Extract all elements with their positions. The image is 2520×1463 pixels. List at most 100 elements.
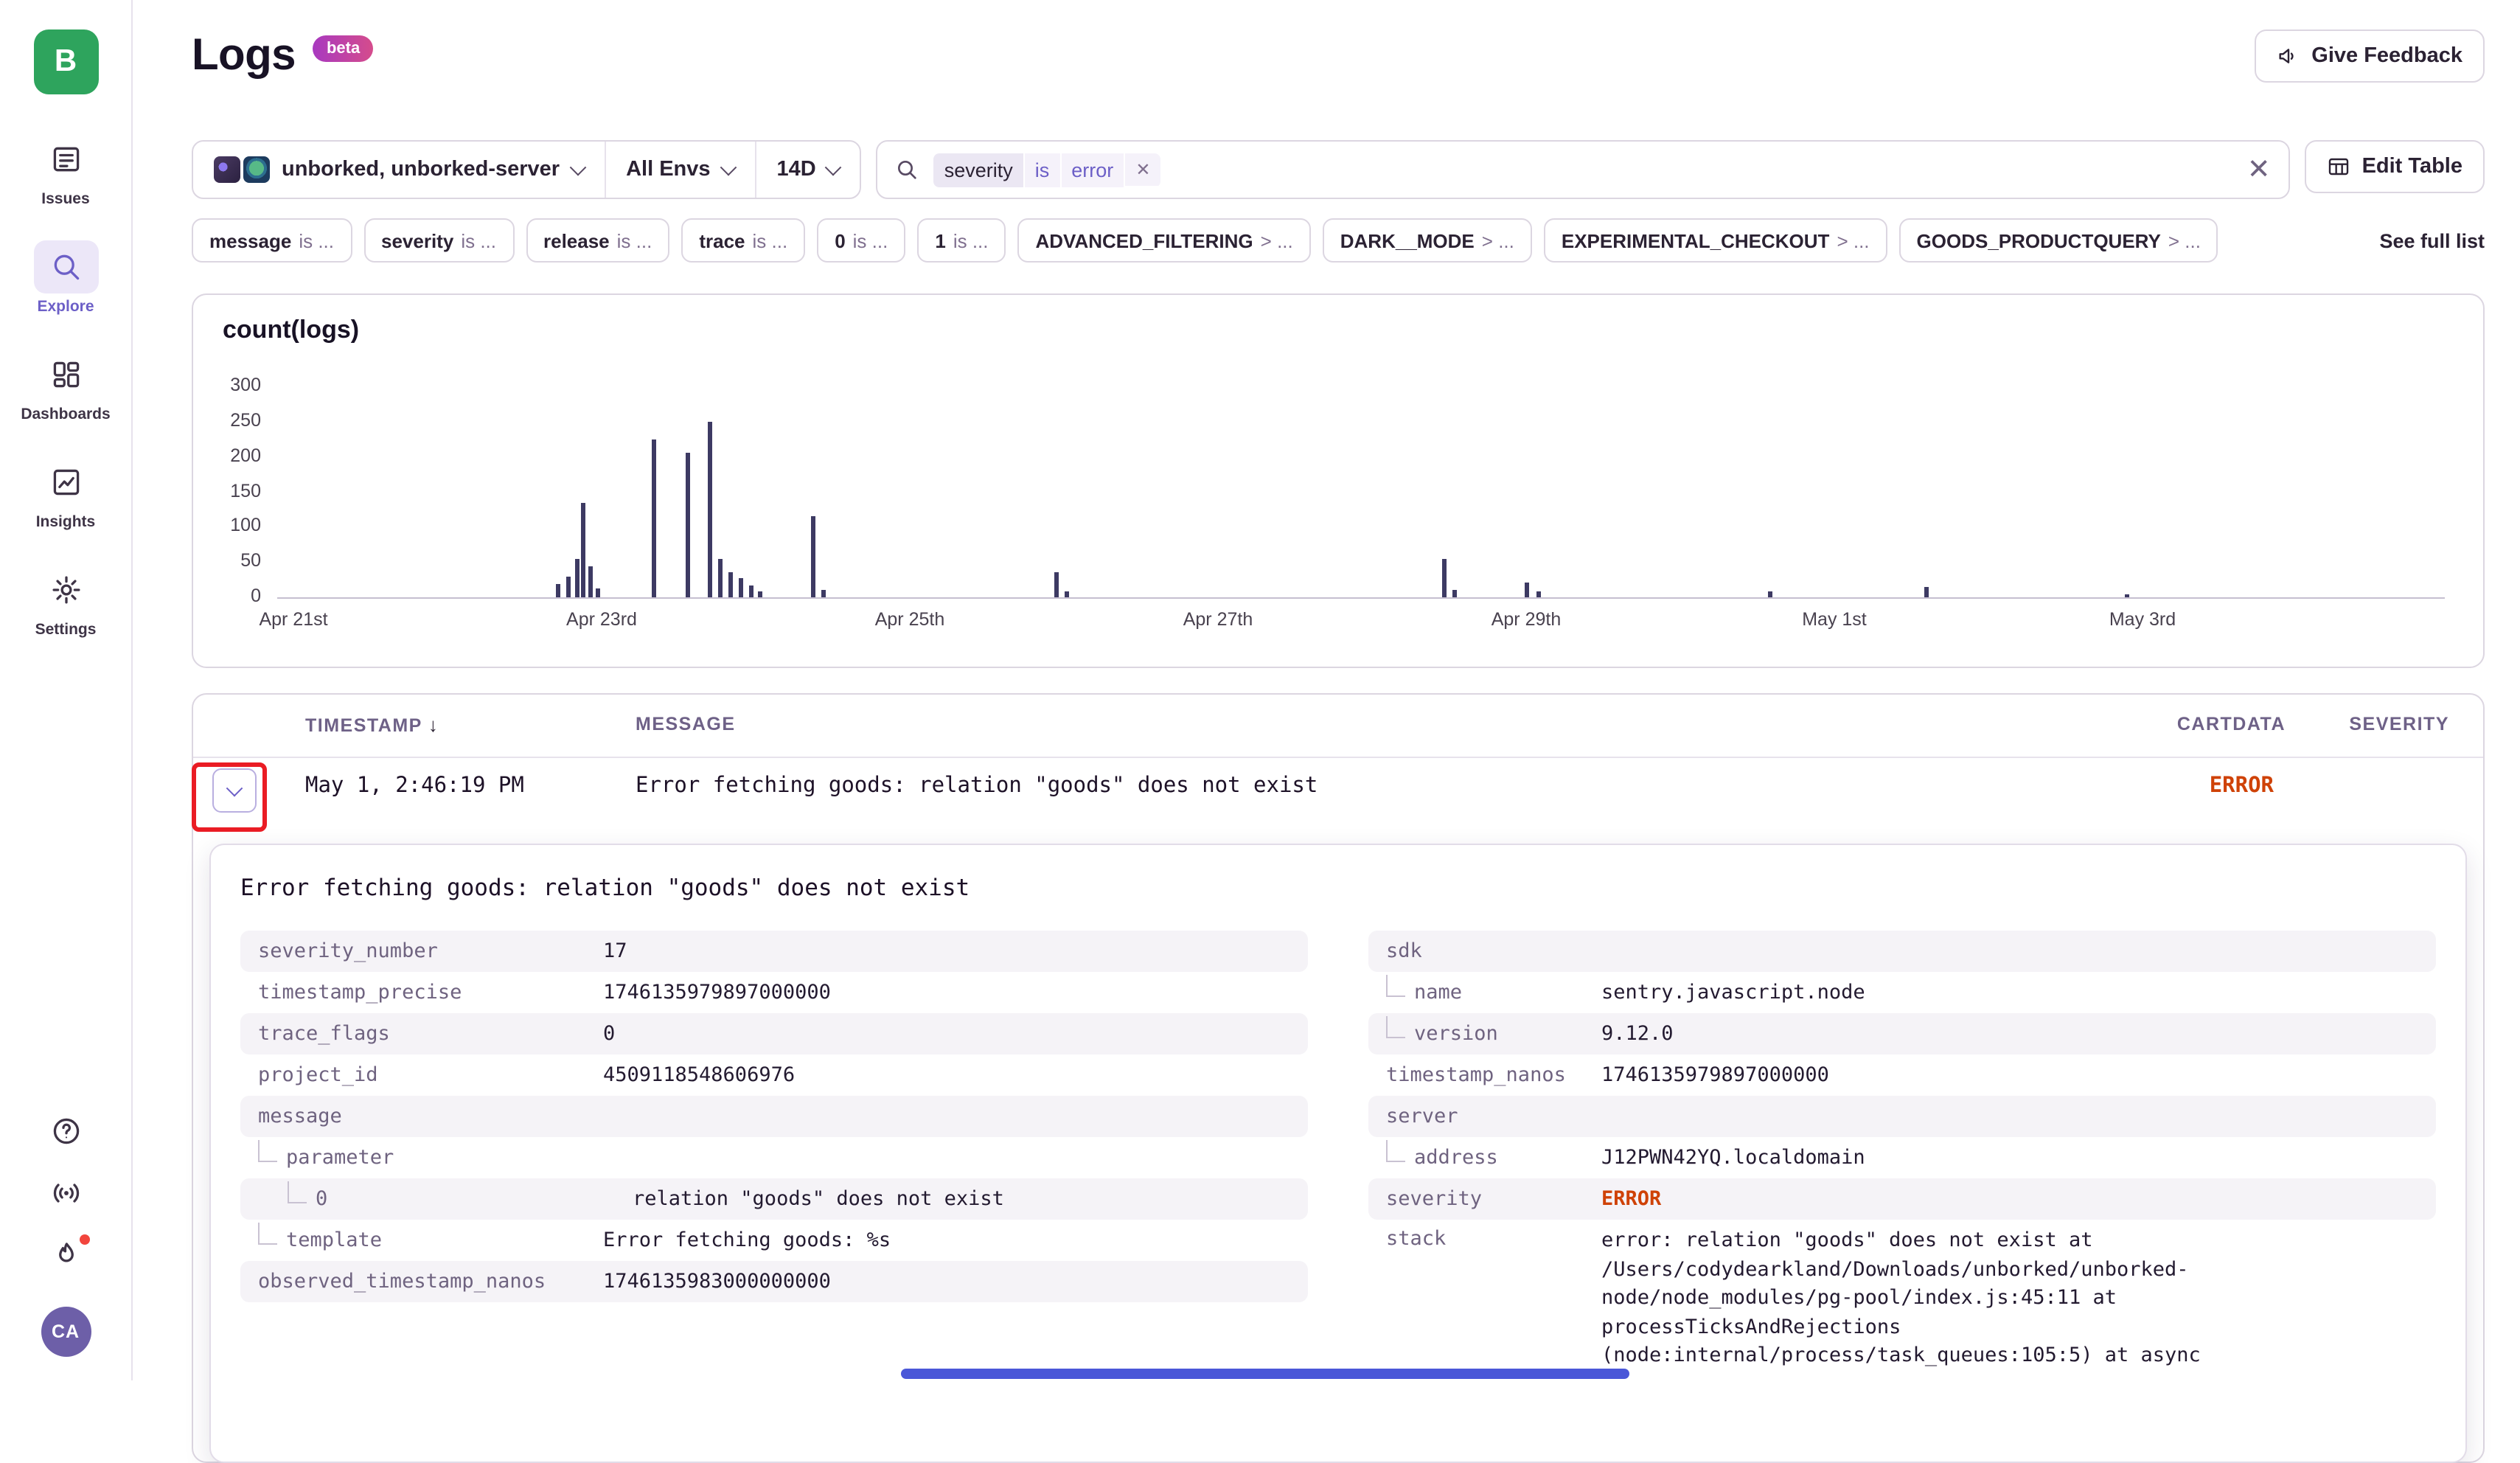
detail-row-severity: severity ERROR	[1368, 1178, 2436, 1220]
edit-table-label: Edit Table	[2362, 155, 2462, 178]
sidebar-item-explore[interactable]: Explore	[21, 240, 110, 316]
detail-column-right: sdk name sentry.javascript.nodeversion 9…	[1368, 931, 2436, 1379]
detail-value: 9.12.0	[1601, 1022, 1674, 1046]
chevron-down-icon	[825, 159, 842, 176]
filter-chip-0[interactable]: 0 is ...	[817, 218, 905, 263]
detail-value: error: relation "goods" does not exist a…	[1601, 1227, 2280, 1372]
sidebar-item-issues[interactable]: Issues	[21, 133, 110, 208]
search-clear-icon[interactable]: ✕	[2247, 156, 2271, 184]
help-icon[interactable]	[49, 1115, 82, 1147]
detail-key: stack	[1386, 1227, 1446, 1251]
give-feedback-button[interactable]: Give Feedback	[2254, 29, 2485, 83]
chart-bar	[565, 576, 570, 597]
filter-chip-trace[interactable]: trace is ...	[681, 218, 805, 263]
detail-row-observed_timestamp_nanos: observed_timestamp_nanos 174613598300000…	[240, 1261, 1308, 1302]
see-full-list-link[interactable]: See full list	[2379, 229, 2485, 251]
megaphone-icon	[2276, 44, 2300, 68]
x-axis-tick: Apr 21st	[227, 609, 360, 630]
column-header-timestamp[interactable]: TIMESTAMP↓	[305, 714, 439, 736]
column-header-message[interactable]: MESSAGE	[636, 714, 736, 734]
detail-row-timestamp_nanos: timestamp_nanos 1746135979897000000	[1368, 1054, 2436, 1096]
chart-bar	[1054, 573, 1059, 597]
column-header-severity[interactable]: SEVERITY	[2349, 714, 2449, 734]
chart-bar	[1065, 591, 1069, 597]
detail-row-address: address J12PWN42YQ.localdomain	[1368, 1137, 2436, 1178]
detail-key: message	[258, 1105, 342, 1128]
chart-bar	[686, 454, 690, 597]
org-logo[interactable]: B	[33, 29, 98, 94]
row-expand-button[interactable]	[212, 768, 257, 813]
broadcast-icon[interactable]	[49, 1177, 82, 1209]
sidebar: B Issues Explore Dashboards Insights Set…	[0, 0, 133, 1380]
filter-chip-1[interactable]: 1 is ...	[917, 218, 1006, 263]
chevron-down-icon	[569, 159, 586, 176]
detail-key: timestamp_nanos	[1386, 1063, 1566, 1087]
search-input[interactable]: severity is error ✕ ✕	[877, 140, 2290, 199]
project-icon	[214, 156, 240, 183]
detail-column-left: severity_number 17timestamp_precise 1746…	[240, 931, 1308, 1302]
chart-bar	[2125, 594, 2129, 597]
sidebar-item-insights[interactable]: Insights	[21, 456, 110, 531]
flame-icon[interactable]	[49, 1239, 82, 1271]
column-header-cartdata[interactable]: CARTDATA	[2177, 714, 2286, 734]
detail-row-timestamp_precise: timestamp_precise 1746135979897000000	[240, 972, 1308, 1013]
date-range-selector[interactable]: 14D	[755, 142, 860, 198]
y-axis-tick: 100	[202, 515, 261, 536]
filter-chip-advanced_filtering[interactable]: ADVANCED_FILTERING > ...	[1018, 218, 1311, 263]
search-icon	[896, 158, 919, 181]
sidebar-item-dashboards[interactable]: Dashboards	[21, 348, 110, 423]
row-timestamp: May 1, 2:46:19 PM	[305, 774, 524, 798]
filter-chip-release[interactable]: release is ...	[526, 218, 669, 263]
filter-chip-goods_productquery[interactable]: GOODS_PRODUCTQUERY > ...	[1899, 218, 2218, 263]
detail-row-0: 0 relation "goods" does not exist	[240, 1178, 1308, 1220]
filter-chip-message[interactable]: message is ...	[192, 218, 352, 263]
log-table-row[interactable]: May 1, 2:46:19 PM Error fetching goods: …	[193, 757, 2483, 821]
detail-key: server	[1386, 1105, 1458, 1128]
tree-elbow-icon	[258, 1222, 277, 1244]
horizontal-scrollbar-thumb[interactable]	[901, 1369, 1629, 1379]
avatar[interactable]: CA	[41, 1307, 91, 1357]
environment-selector-label: All Envs	[626, 158, 710, 181]
chart-bar	[1767, 591, 1772, 597]
tree-elbow-icon	[1386, 974, 1405, 996]
search-token[interactable]: severity is error ✕	[934, 153, 1161, 187]
insights-icon	[33, 456, 98, 509]
x-axis-tick: May 3rd	[2076, 609, 2209, 630]
edit-table-button[interactable]: Edit Table	[2305, 140, 2485, 193]
detail-key: template	[286, 1229, 382, 1252]
sidebar-item-label: Explore	[37, 298, 94, 316]
logs-table: TIMESTAMP↓ MESSAGE CARTDATA SEVERITY May…	[192, 693, 2485, 1463]
selector-group: unborked, unborked-server All Envs 14D	[192, 140, 862, 199]
detail-key: address	[1414, 1146, 1498, 1170]
detail-row-server: server	[1368, 1096, 2436, 1137]
logs-count-chart: count(logs) 050100150200250300Apr 21stAp…	[192, 293, 2485, 668]
token-remove-icon[interactable]: ✕	[1125, 153, 1160, 186]
detail-row-project_id: project_id 4509118548606976	[240, 1054, 1308, 1096]
tree-elbow-icon	[288, 1181, 307, 1203]
detail-columns: severity_number 17timestamp_precise 1746…	[240, 931, 2436, 1379]
environment-selector[interactable]: All Envs	[604, 142, 754, 198]
detail-value: 4509118548606976	[603, 1063, 795, 1087]
filter-chips-row: message is ...severity is ... release is …	[192, 218, 2485, 263]
project-selector-label: unborked, unborked-server	[282, 158, 560, 181]
project-selector[interactable]: unborked, unborked-server	[193, 142, 604, 198]
dashboards-icon	[33, 348, 98, 401]
chart-bar	[749, 586, 753, 597]
filter-chip-severity[interactable]: severity is ...	[363, 218, 514, 263]
sidebar-nav: Issues Explore Dashboards Insights Setti…	[21, 133, 110, 671]
filter-toolbar: unborked, unborked-server All Envs 14D s…	[192, 140, 2485, 199]
detail-key: observed_timestamp_nanos	[258, 1270, 546, 1293]
token-key: severity	[934, 153, 1023, 187]
app-root: B Issues Explore Dashboards Insights Set…	[0, 0, 2520, 1380]
date-range-label: 14D	[777, 158, 816, 181]
beta-badge: beta	[313, 35, 373, 62]
y-axis-tick: 200	[202, 445, 261, 465]
detail-value: relation "goods" does not exist	[633, 1187, 1004, 1211]
filter-chip-dark__mode[interactable]: DARK__MODE > ...	[1323, 218, 1532, 263]
chart-bar	[575, 559, 579, 597]
tree-elbow-icon	[258, 1139, 277, 1161]
sidebar-item-settings[interactable]: Settings	[21, 563, 110, 639]
filter-chip-experimental_checkout[interactable]: EXPERIMENTAL_CHECKOUT > ...	[1544, 218, 1887, 263]
chart-bar	[718, 559, 723, 597]
x-axis-tick: Apr 29th	[1460, 609, 1593, 630]
